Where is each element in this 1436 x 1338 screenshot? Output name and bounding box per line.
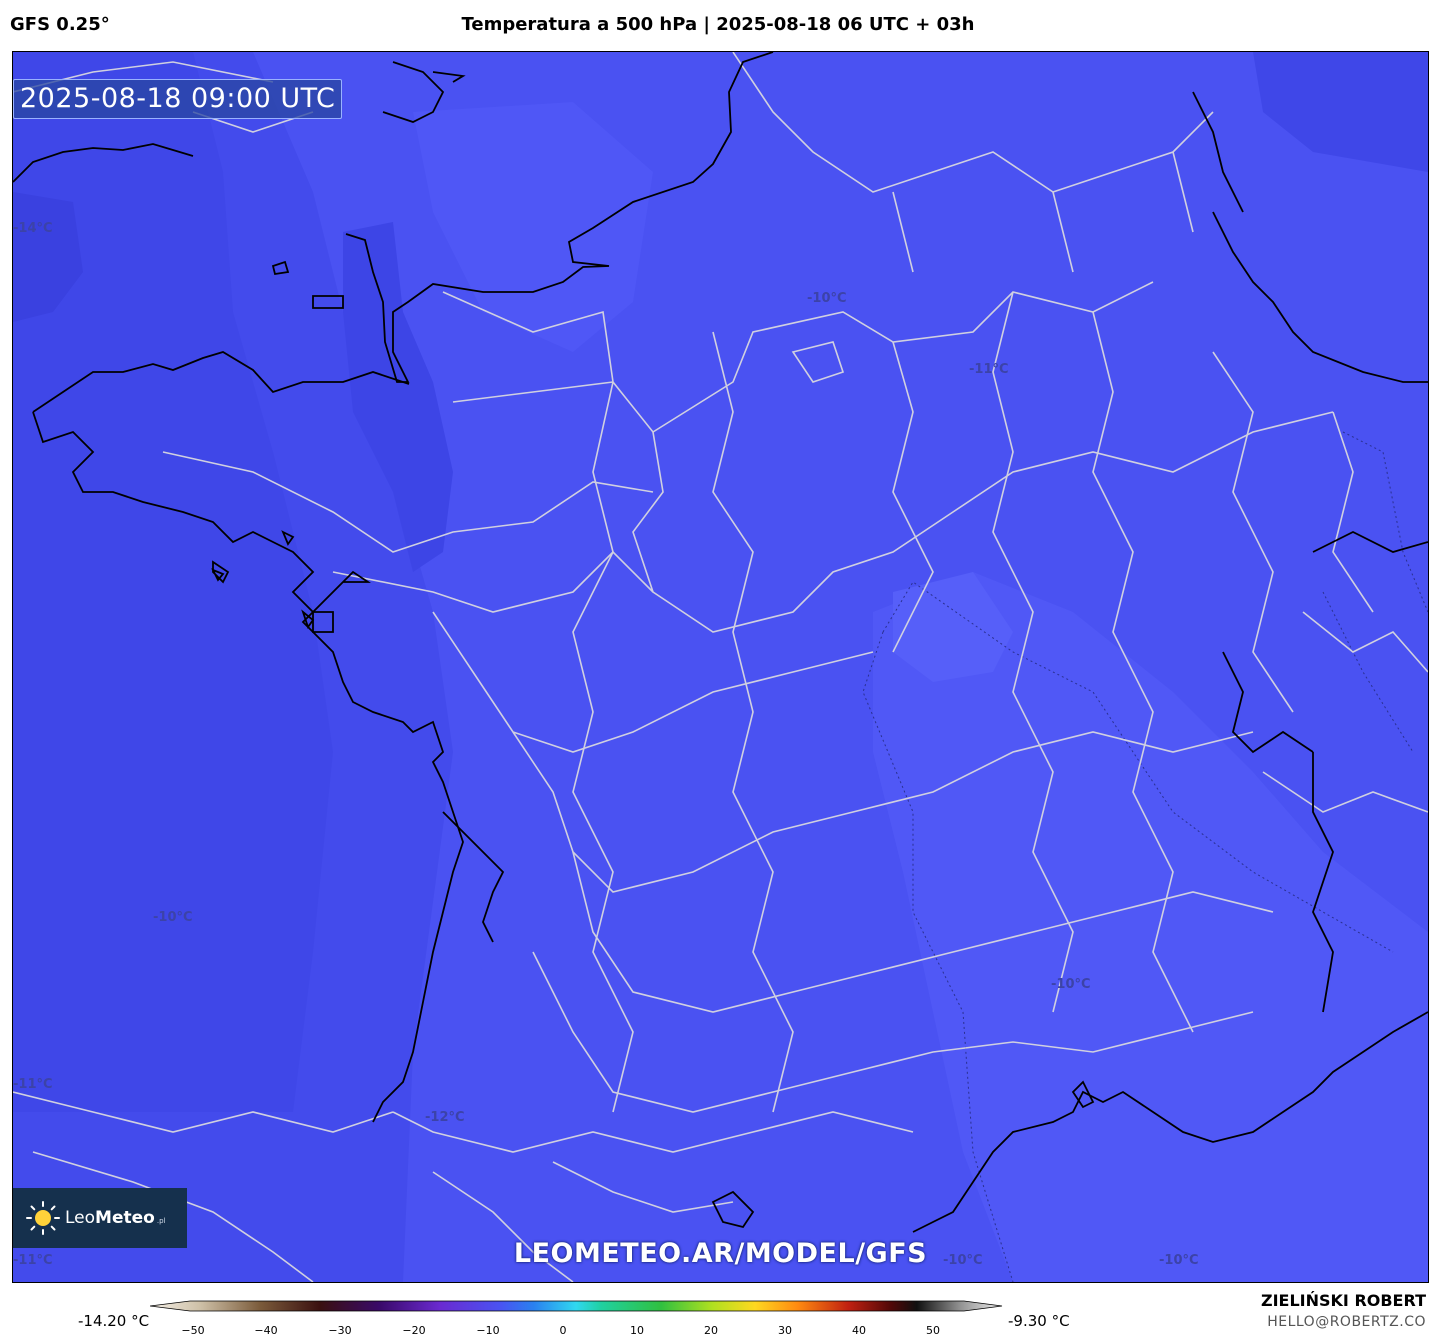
temperature-map: 2025-08-18 09:00 UTC -14°C -10°C -11°C -… bbox=[12, 51, 1429, 1283]
site-watermark: LEOMETEO.AR/MODEL/GFS bbox=[513, 1238, 928, 1269]
isotherm-label: -11°C bbox=[969, 362, 1009, 377]
colorbar-tick: 30 bbox=[778, 1324, 792, 1337]
colorbar bbox=[150, 1300, 1003, 1312]
isotherm-label: -14°C bbox=[13, 221, 53, 236]
isotherm-label: -10°C bbox=[153, 910, 193, 925]
map-canvas bbox=[13, 52, 1428, 1282]
isotherm-label: -10°C bbox=[1051, 977, 1091, 992]
colorbar-tick: −10 bbox=[476, 1324, 500, 1337]
colorbar-tick: 10 bbox=[630, 1324, 644, 1337]
valid-time-label: 2025-08-18 09:00 UTC bbox=[13, 79, 343, 119]
author-name: ZIELIŃSKI ROBERT bbox=[1260, 1291, 1426, 1310]
isotherm-label: -10°C bbox=[807, 291, 847, 306]
colorbar-tick: 40 bbox=[852, 1324, 866, 1337]
colorbar-tick: 0 bbox=[559, 1324, 567, 1337]
sun-icon bbox=[26, 1201, 60, 1235]
isotherm-label: -12°C bbox=[425, 1110, 465, 1125]
colorbar-tick: −40 bbox=[254, 1324, 278, 1337]
colorbar-ticks: −50 −40 −30 −20 −10 0 10 20 30 40 50 bbox=[0, 1324, 1436, 1338]
author-email: HELLO@ROBERTZ.CO bbox=[1267, 1314, 1426, 1330]
colorbar-tick: 50 bbox=[926, 1324, 940, 1337]
isotherm-label: -11°C bbox=[13, 1077, 53, 1092]
colorbar-tick: −20 bbox=[402, 1324, 426, 1337]
map-title: Temperatura a 500 hPa | 2025-08-18 06 UT… bbox=[461, 14, 975, 35]
colorbar-tick: −50 bbox=[181, 1324, 205, 1337]
colorbar-tick: −30 bbox=[328, 1324, 352, 1337]
logo-text: LeoMeteo .pl bbox=[65, 1208, 166, 1228]
colorbar-tick: 20 bbox=[704, 1324, 718, 1337]
